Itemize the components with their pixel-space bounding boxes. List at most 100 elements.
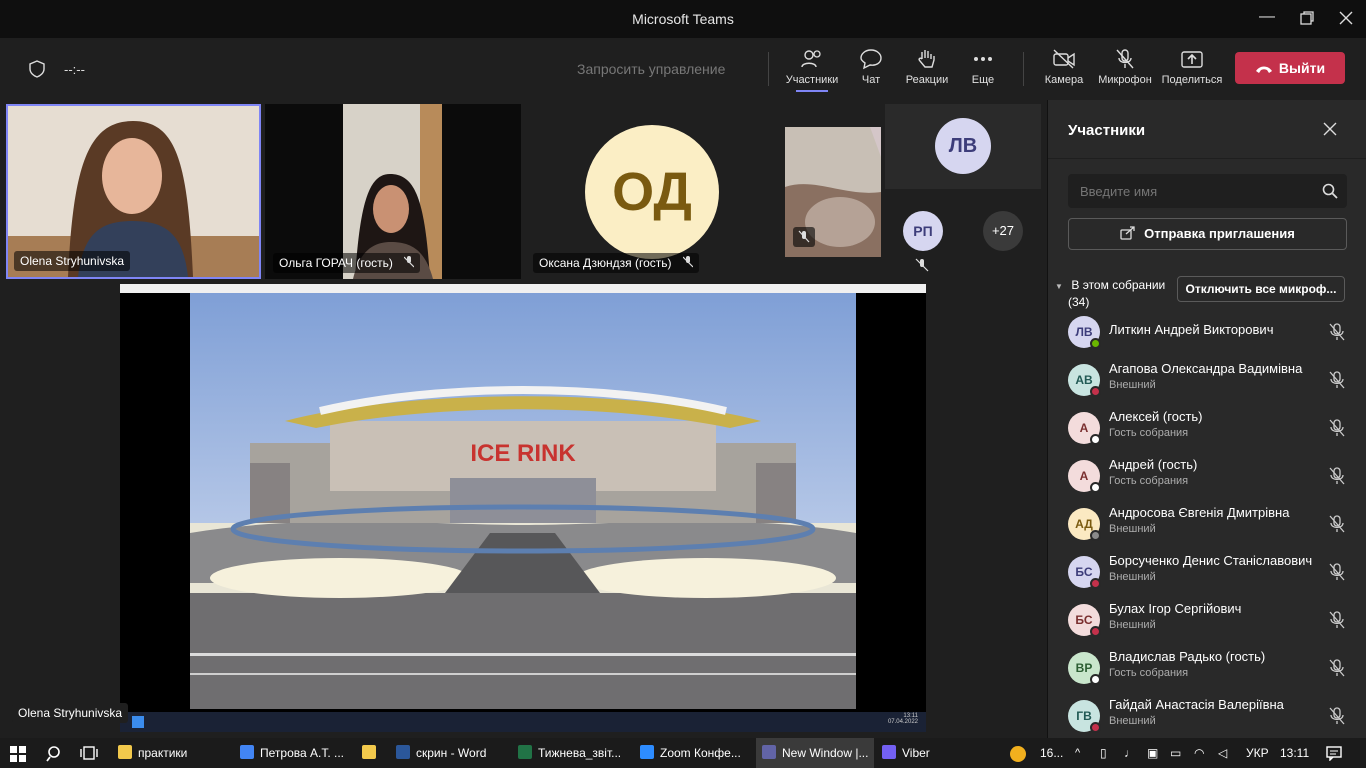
presence-dot [1090,530,1101,541]
weather-text[interactable]: 16... [1040,738,1063,768]
search-field[interactable] [1068,174,1347,208]
participant-row[interactable]: БС Борсученко Денис Станіславович Внешний [1068,548,1358,596]
mic-off-icon[interactable] [1328,562,1346,582]
ice-rink-sign: ICE RINK [470,440,576,467]
wifi-icon[interactable]: ◠ [1194,738,1204,768]
shield-icon[interactable] [28,60,46,83]
presence-dot [1090,386,1101,397]
app-label: практики [138,746,188,760]
camera-button[interactable]: Камера [1043,48,1085,86]
mic-off-icon[interactable] [1328,418,1346,438]
app-icon [362,745,376,759]
close-window-button[interactable] [1335,8,1357,30]
minimize-button[interactable]: — [1256,8,1278,30]
windows-start-icon[interactable] [10,746,26,767]
teams-tray-icon[interactable]: ▣ [1147,738,1158,768]
close-icon[interactable] [1323,122,1337,141]
app-icon [640,745,654,759]
camera-label: Камера [1044,74,1084,86]
participant-row[interactable]: АВ Агапова Олександра Вадимівна Внешний [1068,356,1358,404]
tray-chevron-icon[interactable]: ^ [1075,738,1080,768]
participant-row[interactable]: А Андрей (гость) Гость собрания [1068,452,1358,500]
divider [1048,158,1366,159]
task-view-icon[interactable] [80,745,98,766]
hand-icon [918,50,935,68]
mic-label: Микрофон [1098,74,1152,86]
mute-all-button[interactable]: Отключить все микроф... [1177,276,1345,302]
share-button[interactable]: Поделиться [1161,48,1223,86]
microphone-icon[interactable]: ♩ [1124,738,1136,768]
invite-label: Отправка приглашения [1144,226,1295,241]
app-icon [762,745,776,759]
participant-row[interactable]: БС Булах Ігор Сергійович Внешний [1068,596,1358,644]
taskbar-app[interactable]: Тижнева_звіт... [518,738,621,768]
participant-name: Алексей (гость) [1109,409,1203,424]
mic-off-icon [682,256,694,268]
app-label: Петрова А.Т. ... [260,746,344,760]
search-input[interactable] [1068,174,1308,208]
avatar: ЛВ [935,118,991,174]
section-header[interactable]: ▼ В этом собрании (34) [1055,276,1175,309]
mic-button[interactable]: Микрофон [1096,48,1154,86]
usb-icon[interactable]: ▯ [1100,738,1107,768]
participant-row[interactable]: ЛВ Литкин Андрей Викторович [1068,308,1358,356]
weather-icon[interactable] [1010,746,1026,762]
mic-off-icon [403,256,415,268]
mic-off-icon[interactable] [1328,610,1346,630]
app-label: Тижнева_звіт... [538,746,622,760]
language-indicator[interactable]: УКР [1246,738,1269,768]
app-icon [118,745,132,759]
participant-row[interactable]: ГВ Гайдай Анастасія Валеріївна Внешний [1068,692,1358,740]
presence-dot [1090,722,1101,733]
volume-icon[interactable]: ◁ [1218,738,1227,768]
more-button[interactable]: Еще [965,48,1001,86]
participant-name: Андросова Євгенія Дмитрівна [1109,505,1290,520]
video-tile-oksana[interactable]: ОД Оксана Дзюндзя (гость) [527,104,777,279]
taskbar-app[interactable]: скрин - Word [396,738,486,768]
taskbar-app[interactable] [362,738,382,768]
mic-off-icon[interactable] [1328,322,1346,342]
video-tile-lv[interactable]: ЛВ [885,104,1041,189]
leave-button[interactable]: Выйти [1235,52,1345,84]
chat-button[interactable]: Чат [855,48,887,86]
participants-button[interactable]: Участники [785,48,839,92]
search-icon[interactable] [46,745,64,768]
tile-name-chip: Оксана Дзюндзя (гость) [533,253,699,273]
windows-taskbar: практики Петрова А.Т. ... скрин - Word Тижн… [0,738,1366,768]
request-control-button[interactable]: Запросить управление [577,61,725,77]
video-tile-small[interactable] [785,127,881,257]
app-icon [518,745,532,759]
clock[interactable]: 13:11 [1280,738,1309,768]
app-icon [240,745,254,759]
maximize-button[interactable] [1296,8,1318,30]
taskbar-app[interactable]: Viber [882,738,930,768]
overflow-participants[interactable]: +27 [983,211,1023,251]
participant-row[interactable]: ВР Владислав Радько (гость) Гость собрания [1068,644,1358,692]
video-tile-olga[interactable]: Ольга ГОРАЧ (гость) [265,104,521,279]
taskbar-app[interactable]: New Window |... [756,738,875,768]
mic-off-icon[interactable] [1328,658,1346,678]
participant-row[interactable]: А Алексей (гость) Гость собрания [1068,404,1358,452]
shared-screen[interactable]: ICE RINK 13:11 07.04.2022 [120,284,926,732]
app-label: скрин - Word [416,746,487,760]
taskbar-app[interactable]: Zoom Конфе... [640,738,741,768]
app-label: Viber [902,746,930,760]
participant-name: Борсученко Денис Станіславович [1109,553,1313,568]
taskbar-app[interactable]: Петрова А.Т. ... [240,738,344,768]
notifications-icon[interactable] [1326,746,1342,766]
mic-off-icon[interactable] [1328,466,1346,486]
invite-button[interactable]: Отправка приглашения [1068,218,1347,250]
section-label: В этом собрании [1071,278,1166,292]
participant-role: Гость собрания [1109,475,1189,487]
mic-off-icon[interactable] [1328,514,1346,534]
participant-row[interactable]: АД Андросова Євгенія Дмитрівна Внешний [1068,500,1358,548]
reactions-button[interactable]: Реакции [903,48,951,86]
leave-label: Выйти [1278,60,1326,76]
mic-off-icon[interactable] [1328,370,1346,390]
participant-role: Гость собрания [1109,667,1189,679]
battery-icon[interactable]: ▭ [1170,738,1181,768]
avatar[interactable]: РП [903,211,943,251]
taskbar-app[interactable]: практики [118,738,187,768]
mic-off-icon[interactable] [1328,706,1346,726]
video-tile-olena[interactable]: Olena Stryhunivska [6,104,261,279]
